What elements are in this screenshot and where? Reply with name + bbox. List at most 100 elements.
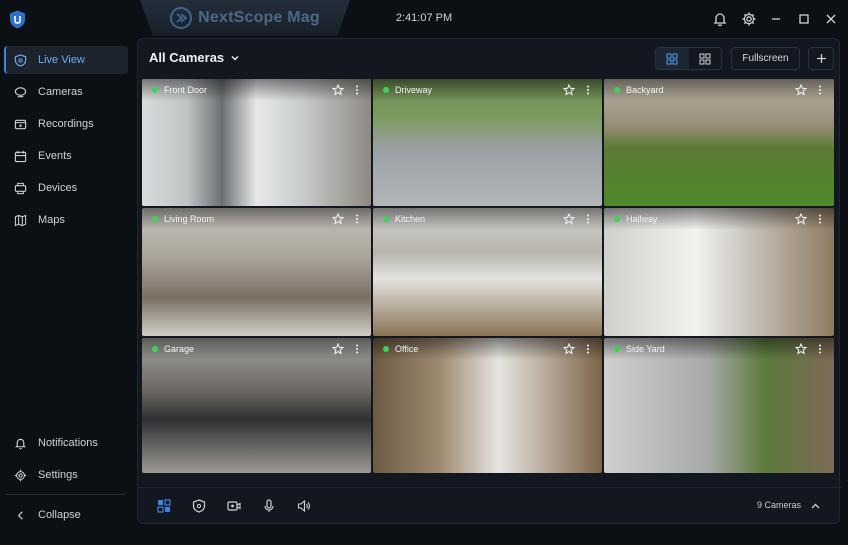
online-status-dot	[614, 87, 620, 93]
layout-toggle	[655, 47, 722, 70]
camera-count: 9 Cameras	[756, 500, 801, 510]
star-icon[interactable]	[794, 83, 808, 96]
gear-icon[interactable]	[741, 11, 757, 27]
bell-icon	[14, 438, 27, 449]
camera-name: Driveway	[395, 85, 433, 95]
main-header: All Cameras Fullscreen	[138, 39, 841, 79]
more-options-icon[interactable]	[351, 84, 363, 96]
camera-tile[interactable]: Office	[373, 338, 602, 473]
sidebar-item-cameras[interactable]: Cameras	[4, 78, 128, 106]
camera-grid: Front Door Driveway Backyard Living Room Kit…	[142, 79, 834, 473]
camera-name: Garage	[164, 344, 195, 354]
camera-name: Kitchen	[395, 214, 426, 224]
gear-icon	[14, 469, 27, 481]
maximize-icon[interactable]	[796, 11, 812, 27]
star-icon[interactable]	[794, 342, 808, 355]
sidebar-item-label: Maps	[38, 214, 65, 226]
camera-name: Hallway	[626, 214, 658, 224]
recordings-icon	[14, 119, 27, 129]
star-icon[interactable]	[331, 342, 345, 355]
sidebar-item-live-view[interactable]: Live View	[4, 46, 128, 74]
shield-icon[interactable]	[192, 499, 206, 513]
sidebar-item-label: Live View	[38, 54, 85, 66]
camera-header: Garage	[142, 338, 371, 360]
more-options-icon[interactable]	[582, 84, 594, 96]
layout-grid-3x3-button[interactable]	[656, 48, 689, 69]
camera-header: Hallway	[604, 208, 834, 230]
speaker-icon[interactable]	[297, 499, 311, 513]
sidebar-item-events[interactable]: Events	[4, 142, 128, 170]
star-icon[interactable]	[331, 83, 345, 96]
grid-2x2-icon	[699, 53, 711, 64]
collapse-button[interactable]: Collapse	[4, 501, 128, 529]
sidebar-item-maps[interactable]: Maps	[4, 206, 128, 234]
devices-icon	[14, 182, 27, 194]
online-status-dot	[152, 87, 158, 93]
grid-3x3-icon	[666, 53, 678, 64]
camera-header: Living Room	[142, 208, 371, 230]
camera-header: Side Yard	[604, 338, 834, 360]
minimize-icon[interactable]	[768, 11, 784, 27]
title-bar: NextScope Mag 2:41:07 PM	[0, 0, 848, 38]
more-options-icon[interactable]	[814, 84, 826, 96]
star-icon[interactable]	[562, 342, 576, 355]
sidebar-item-label: Events	[38, 150, 72, 162]
camera-tile[interactable]: Living Room	[142, 208, 371, 336]
events-icon	[14, 150, 27, 162]
close-icon[interactable]	[823, 11, 839, 27]
camera-header: Kitchen	[373, 208, 602, 230]
camera-name: Front Door	[164, 85, 208, 95]
online-status-dot	[614, 216, 620, 222]
camera-tile[interactable]: Driveway	[373, 79, 602, 206]
map-icon	[14, 214, 27, 226]
sidebar-item-devices[interactable]: Devices	[4, 174, 128, 202]
collapse-label: Collapse	[38, 509, 81, 521]
layout-grid-2x2-button[interactable]	[689, 48, 722, 69]
camera-name: Backyard	[626, 85, 664, 95]
star-icon[interactable]	[562, 212, 576, 225]
sidebar-item-recordings[interactable]: Recordings	[4, 110, 128, 138]
more-options-icon[interactable]	[351, 343, 363, 355]
online-status-dot	[383, 87, 389, 93]
camera-icon	[14, 86, 27, 97]
main-panel: All Cameras Fullscreen Front Door Drivewa…	[137, 38, 841, 524]
camera-name: Living Room	[164, 214, 215, 224]
camera-group-dropdown[interactable]: All Cameras	[149, 50, 240, 65]
add-camera-button[interactable]	[808, 47, 834, 70]
more-options-icon[interactable]	[582, 213, 594, 225]
camera-tile[interactable]: Hallway	[604, 208, 834, 336]
online-status-dot	[152, 346, 158, 352]
grid-layout-icon[interactable]	[157, 499, 171, 513]
camera-tile[interactable]: Garage	[142, 338, 371, 473]
star-icon[interactable]	[331, 212, 345, 225]
camera-name: Side Yard	[626, 344, 665, 354]
sidebar-item-notifications[interactable]: Notifications	[4, 429, 128, 457]
camera-name: Office	[395, 344, 419, 354]
camera-header: Driveway	[373, 79, 602, 101]
sidebar: Live View Cameras Recordings Events Devi…	[0, 38, 136, 545]
shield-icon	[14, 53, 27, 67]
record-icon[interactable]	[227, 499, 241, 513]
chevron-up-icon[interactable]	[810, 501, 821, 512]
microphone-icon[interactable]	[262, 499, 276, 513]
bell-icon[interactable]	[712, 11, 728, 27]
camera-header: Backyard	[604, 79, 834, 101]
sidebar-item-label: Recordings	[38, 118, 94, 130]
camera-header: Office	[373, 338, 602, 360]
more-options-icon[interactable]	[814, 343, 826, 355]
sidebar-item-label: Settings	[38, 469, 78, 481]
more-options-icon[interactable]	[814, 213, 826, 225]
star-icon[interactable]	[794, 212, 808, 225]
camera-tile[interactable]: Kitchen	[373, 208, 602, 336]
camera-tile[interactable]: Front Door	[142, 79, 371, 206]
online-status-dot	[383, 216, 389, 222]
more-options-icon[interactable]	[351, 213, 363, 225]
camera-tile[interactable]: Backyard	[604, 79, 834, 206]
sidebar-item-settings[interactable]: Settings	[4, 461, 128, 489]
sidebar-item-label: Notifications	[38, 437, 98, 449]
more-options-icon[interactable]	[582, 343, 594, 355]
bottom-toolbar: 9 Cameras	[138, 487, 841, 523]
fullscreen-button[interactable]: Fullscreen	[731, 47, 800, 70]
camera-tile[interactable]: Side Yard	[604, 338, 834, 473]
star-icon[interactable]	[562, 83, 576, 96]
